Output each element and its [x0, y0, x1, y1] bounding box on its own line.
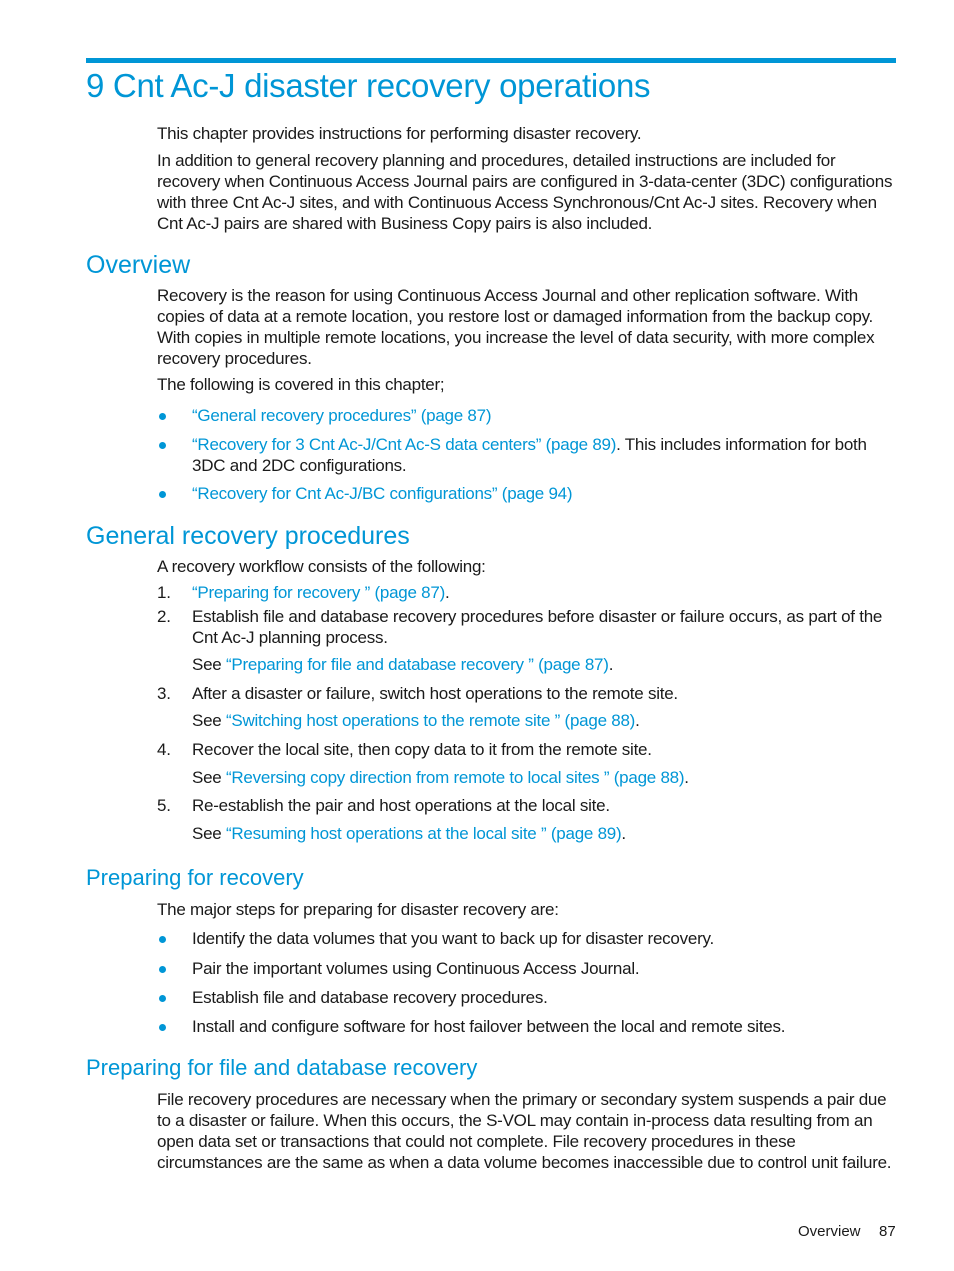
list-item-text: Identify the data volumes that you want … — [192, 929, 714, 948]
see-label: See — [192, 824, 226, 843]
punctuation: . — [444, 583, 450, 602]
punctuation: . — [608, 655, 614, 674]
chapter-title: 9 Cnt Ac-J disaster recovery operations — [86, 67, 651, 104]
link-recovery-bc-configurations[interactable]: “Recovery for Cnt Ac-J/BC configurations… — [192, 484, 573, 503]
link-general-recovery-procedures[interactable]: “General recovery procedures” (page 87) — [192, 406, 491, 425]
chapter-top-rule — [86, 58, 896, 63]
step-text: Establish file and database recovery pro… — [192, 607, 883, 647]
bullet-icon — [159, 1024, 166, 1031]
bullet-icon — [159, 966, 166, 973]
workflow-step: 4. Recover the local site, then copy dat… — [157, 739, 897, 760]
list-item-text: Pair the important volumes using Continu… — [192, 959, 640, 978]
section-heading-overview: Overview — [86, 251, 191, 279]
preparing-list-item: Establish file and database recovery pro… — [157, 987, 897, 1008]
section-heading-preparing-for-recovery: Preparing for recovery — [86, 865, 304, 890]
list-item-text: Establish file and database recovery pro… — [192, 988, 548, 1007]
step-see-reference: See “Switching host operations to the re… — [192, 710, 897, 731]
overview-list-item: “Recovery for Cnt Ac-J/BC configurations… — [157, 483, 897, 504]
link-resuming-host-operations[interactable]: “Resuming host operations at the local s… — [226, 824, 622, 843]
preparing-list-item: Identify the data volumes that you want … — [157, 928, 897, 949]
workflow-step: 5. Re-establish the pair and host operat… — [157, 795, 897, 816]
overview-paragraph: Recovery is the reason for using Continu… — [157, 286, 875, 368]
step-text: Recover the local site, then copy data t… — [192, 740, 652, 759]
section-heading-file-db-recovery: Preparing for file and database recovery — [86, 1055, 478, 1080]
link-switching-host-operations[interactable]: “Switching host operations to the remote… — [226, 711, 635, 730]
step-text: Re-establish the pair and host operation… — [192, 796, 610, 815]
step-number: 4. — [157, 740, 171, 759]
step-number: 5. — [157, 796, 171, 815]
preparing-list-item: Install and configure software for host … — [157, 1016, 897, 1037]
see-label: See — [192, 768, 226, 787]
link-preparing-file-database-recovery[interactable]: “Preparing for file and database recover… — [226, 655, 609, 674]
step-see-reference: See “Preparing for file and database rec… — [192, 654, 897, 675]
general-intro: A recovery workflow consists of the foll… — [157, 557, 486, 576]
preparing-intro: The major steps for preparing for disast… — [157, 900, 559, 919]
bullet-icon — [159, 413, 166, 420]
bullet-icon — [159, 442, 166, 449]
punctuation: . — [621, 824, 626, 843]
step-number: 3. — [157, 684, 171, 703]
footer-page-number: 87 — [879, 1223, 896, 1240]
file-db-paragraph: File recovery procedures are necessary w… — [157, 1090, 892, 1172]
workflow-step: 1. “Preparing for recovery ” (page 87). — [157, 582, 897, 603]
workflow-step: 2. Establish file and database recovery … — [157, 606, 897, 648]
see-label: See — [192, 655, 226, 674]
step-see-reference: See “Reversing copy direction from remot… — [192, 767, 897, 788]
overview-list-item: “Recovery for 3 Cnt Ac-J/Cnt Ac-S data c… — [157, 434, 897, 476]
step-number: 2. — [157, 607, 171, 626]
punctuation: . — [635, 711, 640, 730]
overview-covered-intro: The following is covered in this chapter… — [157, 375, 445, 394]
list-item-text: Install and configure software for host … — [192, 1017, 786, 1036]
step-text: After a disaster or failure, switch host… — [192, 684, 678, 703]
intro-paragraph-2: In addition to general recovery planning… — [157, 151, 893, 233]
see-label: See — [192, 711, 226, 730]
link-recovery-3-data-centers[interactable]: “Recovery for 3 Cnt Ac-J/Cnt Ac-S data c… — [192, 435, 616, 454]
link-preparing-for-recovery[interactable]: “Preparing for recovery ” (page 87) — [192, 583, 445, 602]
bullet-icon — [159, 936, 166, 943]
punctuation: . — [684, 768, 689, 787]
step-number: 1. — [157, 583, 171, 602]
step-see-reference: See “Resuming host operations at the loc… — [192, 823, 897, 844]
bullet-icon — [159, 491, 166, 498]
bullet-icon — [159, 995, 166, 1002]
overview-list-item: “General recovery procedures” (page 87) — [157, 405, 897, 426]
workflow-step: 3. After a disaster or failure, switch h… — [157, 683, 897, 704]
intro-paragraph-1: This chapter provides instructions for p… — [157, 124, 642, 143]
link-reversing-copy-direction[interactable]: “Reversing copy direction from remote to… — [226, 768, 685, 787]
section-heading-general-recovery: General recovery procedures — [86, 522, 410, 550]
preparing-list-item: Pair the important volumes using Continu… — [157, 958, 897, 979]
footer-section-name: Overview — [798, 1223, 861, 1240]
